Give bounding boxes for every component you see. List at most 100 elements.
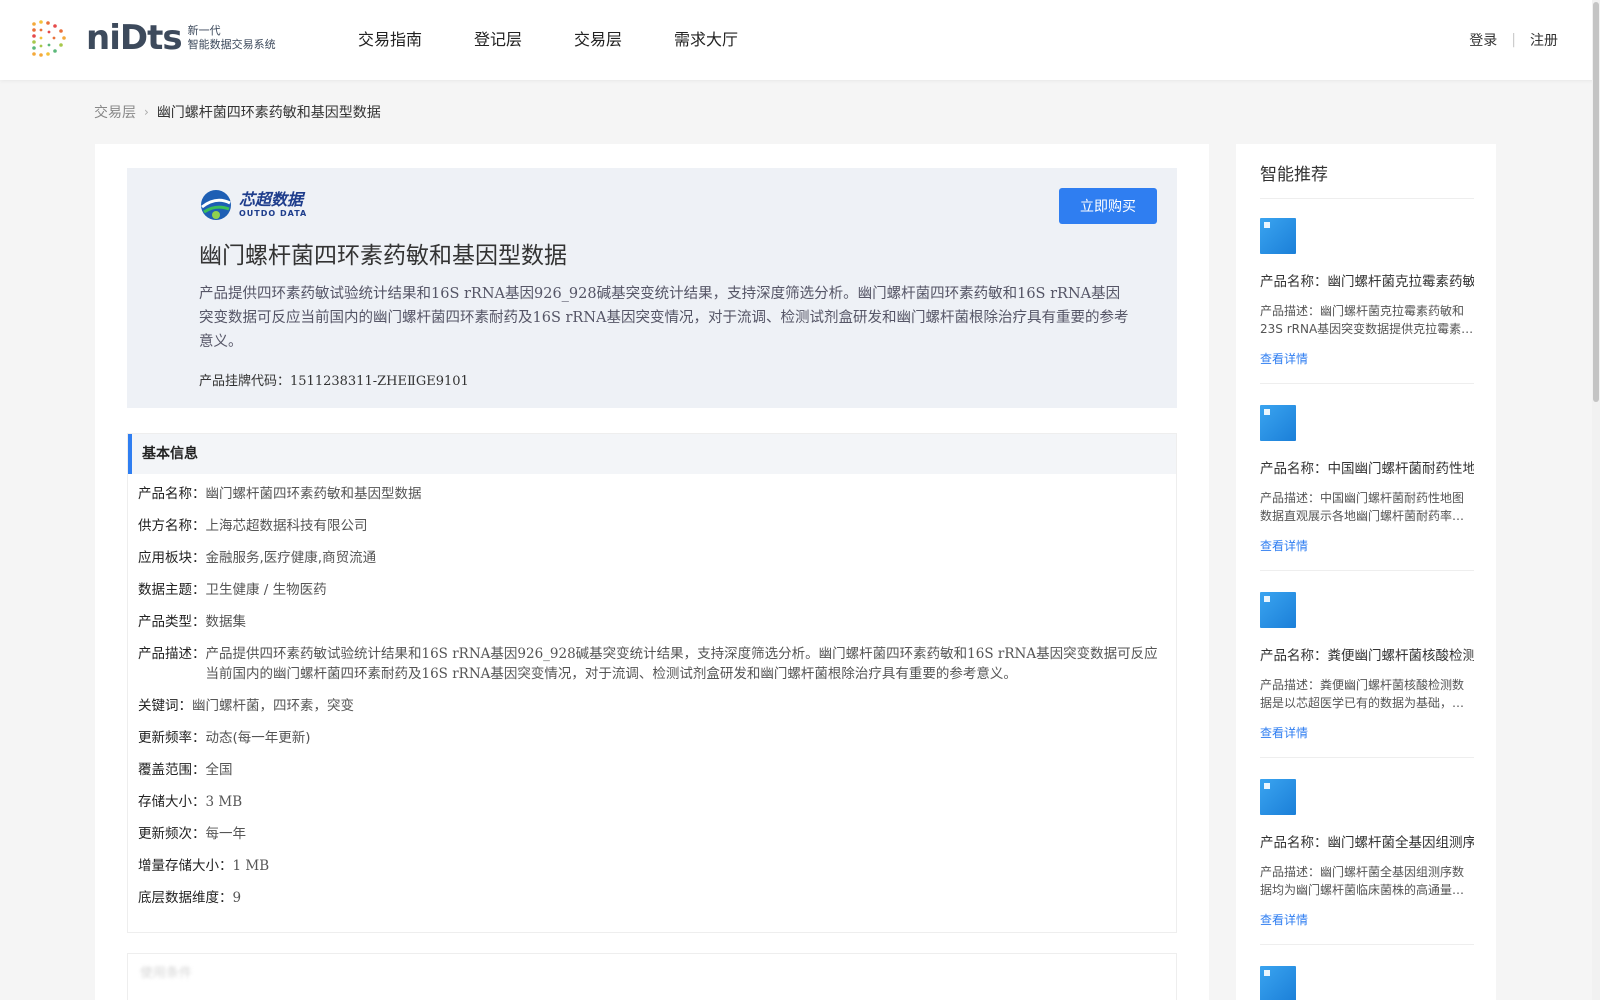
auth-separator: | — [1511, 32, 1516, 48]
recommendation-card-partial — [1260, 966, 1474, 1000]
info-row-theme: 数据主题： 卫生健康 / 生物医药 — [138, 580, 1166, 600]
sidebar-divider — [1260, 198, 1474, 199]
info-value: 1 MB — [232, 858, 270, 874]
recommendation-card: 产品名称：幽门螺杆菌克拉霉素药敏 产品描述：幽门螺杆菌克拉霉素药敏和23S rR… — [1260, 218, 1474, 384]
main-nav: 交易指南 登记层 交易层 需求大厅 — [358, 0, 790, 80]
provider-brand-en: OUTDO DATA — [239, 209, 308, 218]
recommendation-desc: 产品描述：幽门螺杆菌克拉霉素药敏和23S rRNA基因突变数据提供克拉霉素… — [1260, 304, 1474, 336]
view-details-link[interactable]: 查看详情 — [1260, 537, 1474, 554]
info-value: 每一年 — [205, 826, 247, 842]
info-value: 3 MB — [205, 794, 243, 810]
info-value: 幽门螺杆菌，四环素，突变 — [192, 698, 354, 714]
product-thumbnail[interactable] — [1260, 779, 1296, 815]
logo-tagline: 新一代 智能数据交易系统 — [188, 24, 276, 52]
info-row-update-interval: 更新频次： 每一年 — [138, 824, 1166, 844]
card-divider — [1260, 944, 1474, 945]
recommendation-card: 产品名称：粪便幽门螺杆菌核酸检测 产品描述：粪便幽门螺杆菌核酸检测数据是以芯超医… — [1260, 592, 1474, 758]
nav-registration-layer[interactable]: 登记层 — [474, 0, 522, 80]
info-key: 存储大小： — [138, 794, 206, 810]
product-hero: 芯超数据 OUTDO DATA 立即购买 幽门螺杆菌四环素药敏和基因型数据 产品… — [127, 168, 1177, 408]
scrollbar-thumb[interactable] — [1593, 2, 1599, 402]
card-divider — [1260, 570, 1474, 571]
site-logo[interactable]: niDts 新一代 智能数据交易系统 — [30, 18, 276, 58]
buy-now-button[interactable]: 立即购买 — [1059, 188, 1157, 224]
info-value: 动态(每一年更新) — [205, 730, 311, 746]
info-value: 幽门螺杆菌四环素药敏和基因型数据 — [205, 486, 422, 502]
breadcrumb: 交易层 › 幽门螺杆菌四环素药敏和基因型数据 — [94, 102, 381, 122]
logo-wordmark: niDts — [86, 18, 183, 58]
product-thumbnail[interactable] — [1260, 966, 1296, 1000]
breadcrumb-trading-layer[interactable]: 交易层 — [94, 102, 136, 122]
product-description: 产品提供四环素药敏试验统计结果和16S rRNA基因926_928碱基突变统计结… — [199, 286, 1129, 350]
info-row-keywords: 关键词： 幽门螺杆菌，四环素，突变 — [138, 696, 1166, 716]
auth-links: 登录 | 注册 — [1469, 0, 1558, 80]
recommendation-desc: 产品描述：粪便幽门螺杆菌核酸检测数据是以芯超医学已有的数据为基础，… — [1260, 678, 1465, 710]
card-divider — [1260, 383, 1474, 384]
view-details-link[interactable]: 查看详情 — [1260, 350, 1474, 367]
product-thumbnail[interactable] — [1260, 405, 1296, 441]
info-key: 更新频率： — [138, 730, 206, 746]
info-value: 产品提供四环素药敏试验统计结果和16S rRNA基因926_928碱基突变统计结… — [205, 646, 1158, 682]
next-section-title: 使用条件 — [140, 966, 193, 981]
info-key: 应用板块： — [138, 550, 206, 566]
login-link[interactable]: 登录 — [1469, 30, 1497, 50]
info-value: 数据集 — [205, 614, 247, 630]
info-value: 9 — [232, 890, 242, 906]
info-key: 关键词： — [138, 698, 192, 714]
info-value: 卫生健康 / 生物医药 — [205, 582, 327, 598]
sidebar-title: 智能推荐 — [1260, 165, 1328, 185]
product-thumbnail[interactable] — [1260, 218, 1296, 254]
page-scrollbar[interactable] — [1592, 0, 1600, 1000]
basic-info-rows: 产品名称： 幽门螺杆菌四环素药敏和基因型数据 供方名称： 上海芯超数据科技有限公司 … — [128, 474, 1176, 908]
next-section: 使用条件 — [127, 953, 1177, 1000]
view-details-link[interactable]: 查看详情 — [1260, 911, 1474, 928]
recommendation-name[interactable]: 产品名称：幽门螺杆菌全基因组测序 — [1260, 831, 1474, 851]
info-row-product-name: 产品名称： 幽门螺杆菌四环素药敏和基因型数据 — [138, 484, 1166, 504]
recommendation-desc: 产品描述：幽门螺杆菌全基因组测序数据均为幽门螺杆菌临床菌株的高通量… — [1260, 865, 1465, 897]
logo-d-icon — [32, 20, 66, 57]
nav-trade-guide[interactable]: 交易指南 — [358, 0, 422, 80]
recommendation-name[interactable]: 产品名称：幽门螺杆菌克拉霉素药敏 — [1260, 270, 1474, 290]
product-thumbnail[interactable] — [1260, 592, 1296, 628]
chevron-right-icon: › — [144, 105, 149, 119]
info-key: 供方名称： — [138, 518, 206, 534]
info-key: 底层数据维度： — [138, 890, 233, 906]
top-header: niDts 新一代 智能数据交易系统 交易指南 登记层 交易层 需求大厅 登录 … — [0, 0, 1600, 80]
info-row-sector: 应用板块： 金融服务,医疗健康,商贸流通 — [138, 548, 1166, 568]
product-detail-card: 芯超数据 OUTDO DATA 立即购买 幽门螺杆菌四环素药敏和基因型数据 产品… — [95, 144, 1209, 1000]
info-value: 上海芯超数据科技有限公司 — [205, 518, 368, 534]
info-row-update-frequency: 更新频率： 动态(每一年更新) — [138, 728, 1166, 748]
info-key: 增量存储大小： — [138, 858, 233, 874]
nav-trading-layer[interactable]: 交易层 — [574, 0, 622, 80]
recommendation-card: 产品名称：幽门螺杆菌全基因组测序 产品描述：幽门螺杆菌全基因组测序数据均为幽门螺… — [1260, 779, 1474, 945]
info-row-supplier: 供方名称： 上海芯超数据科技有限公司 — [138, 516, 1166, 536]
recommendation-name[interactable]: 产品名称：中国幽门螺杆菌耐药性地 — [1260, 457, 1474, 477]
info-key: 产品类型： — [138, 614, 206, 630]
recommendation-name[interactable]: 产品名称：粪便幽门螺杆菌核酸检测 — [1260, 644, 1474, 664]
logo-tagline-line2: 智能数据交易系统 — [187, 38, 276, 51]
info-row-storage-size: 存储大小： 3 MB — [138, 792, 1166, 812]
breadcrumb-current: 幽门螺杆菌四环素药敏和基因型数据 — [156, 105, 381, 121]
basic-info-section: 基本信息 产品名称： 幽门螺杆菌四环素药敏和基因型数据 供方名称： 上海芯超数据科技… — [127, 433, 1177, 933]
provider-globe-icon — [201, 190, 231, 220]
recommendation-card: 产品名称：中国幽门螺杆菌耐药性地 产品描述：中国幽门螺杆菌耐药性地图数据直观展示… — [1260, 405, 1474, 571]
listing-code-label: 产品挂牌代码： — [199, 374, 291, 389]
provider-brand-text: 芯超数据 OUTDO DATA — [239, 191, 307, 219]
info-row-description: 产品描述： 产品提供四环素药敏试验统计结果和16S rRNA基因926_928碱基… — [138, 644, 1166, 684]
register-link[interactable]: 注册 — [1530, 30, 1558, 50]
info-row-type: 产品类型： 数据集 — [138, 612, 1166, 632]
info-row-dimensions: 底层数据维度： 9 — [138, 888, 1166, 908]
listing-code: 产品挂牌代码：1511238311-ZHEⅡGE9101 — [199, 370, 469, 389]
basic-info-title: 基本信息 — [128, 434, 1176, 474]
recommendation-sidebar: 智能推荐 产品名称：幽门螺杆菌克拉霉素药敏 产品描述：幽门螺杆菌克拉霉素药敏和2… — [1236, 144, 1496, 1000]
info-row-coverage: 覆盖范围： 全国 — [138, 760, 1166, 780]
listing-code-value: 1511238311-ZHEⅡGE9101 — [290, 374, 469, 389]
info-key: 产品名称： — [138, 486, 206, 502]
logo-tagline-line1: 新一代 — [187, 24, 221, 37]
provider-brand-cn: 芯超数据 — [239, 190, 304, 209]
info-key: 数据主题： — [138, 582, 206, 598]
nav-demand-hall[interactable]: 需求大厅 — [674, 0, 738, 80]
info-value: 全国 — [205, 762, 233, 778]
view-details-link[interactable]: 查看详情 — [1260, 724, 1474, 741]
info-value: 金融服务,医疗健康,商贸流通 — [205, 550, 377, 566]
